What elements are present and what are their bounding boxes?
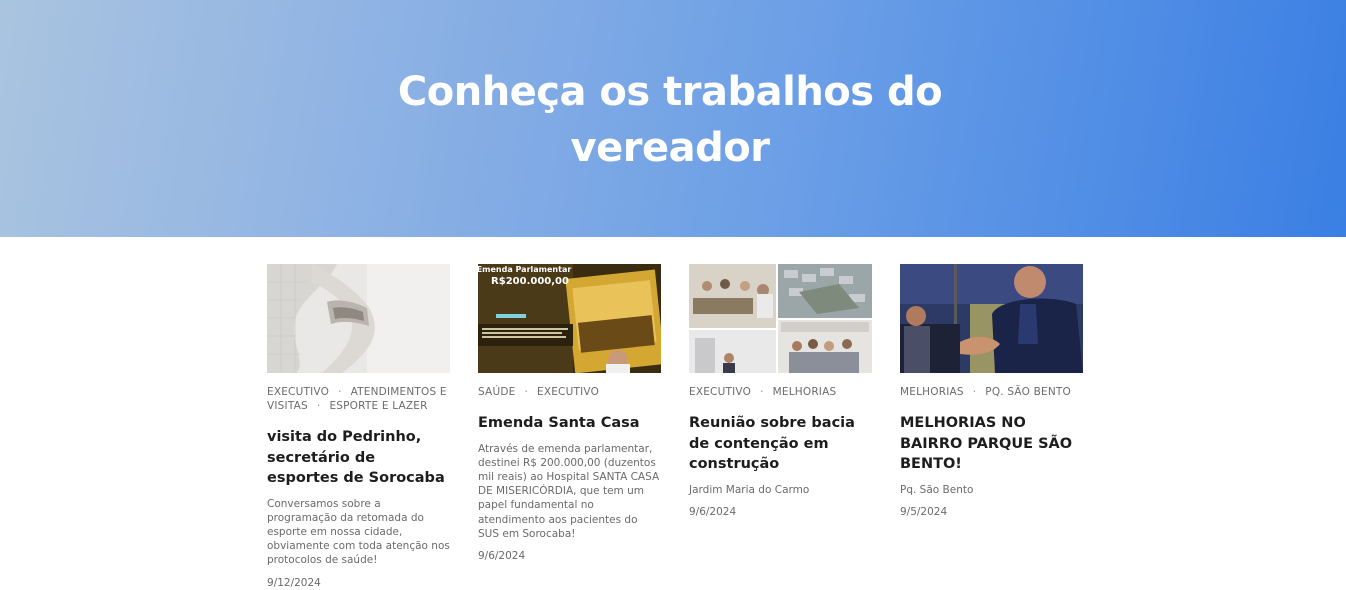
project-card: MELHORIAS · PQ. SÃO BENTO MELHORIAS NO BAI… [900, 264, 1083, 519]
category-link[interactable]: PQ. SÃO BENTO [985, 386, 1071, 398]
separator-dot: · [524, 386, 528, 398]
card-location: Pq. São Bento [900, 483, 974, 496]
emenda-amount: R$200.000,00 [491, 276, 569, 287]
project-card: Emenda Parlamentar R$200.000,00 SAÚDE · EX… [478, 264, 661, 563]
project-card: EXECUTIVO · ATENDIMENTOS E VISITAS · ESPORTE… [267, 264, 450, 590]
category-link[interactable]: ESPORTE E LAZER [329, 400, 427, 412]
card-image-architecture [267, 264, 450, 373]
separator-dot: · [338, 386, 342, 398]
card-title-link[interactable]: Reunião sobre bacia de contenção em cons… [689, 413, 872, 475]
separator-dot: · [760, 386, 764, 398]
card-categories: MELHORIAS · PQ. SÃO BENTO [900, 385, 1083, 399]
card-image-emenda: Emenda Parlamentar R$200.000,00 [478, 264, 661, 373]
hero-banner: Conheça os trabalhos do vereador [0, 0, 1346, 237]
page-title: Conheça os trabalhos do vereador [0, 64, 1340, 176]
card-image-night-street [900, 264, 1083, 373]
card-date: 9/6/2024 [478, 549, 526, 562]
category-link[interactable]: MELHORIAS [773, 386, 837, 398]
card-categories: SAÚDE · EXECUTIVO [478, 385, 661, 399]
category-link[interactable]: EXECUTIVO [267, 386, 329, 398]
card-title-link[interactable]: Emenda Santa Casa [478, 413, 661, 434]
card-image-collage [689, 264, 872, 373]
card-excerpt: Conversamos sobre a programação da retom… [267, 497, 450, 567]
card-image-link[interactable] [689, 264, 872, 373]
card-title-link[interactable]: MELHORIAS NO BAIRRO PARQUE SÃO BENTO! [900, 413, 1083, 475]
card-date: 9/6/2024 [689, 505, 737, 518]
emenda-heading: Emenda Parlamentar [478, 265, 571, 274]
page-title-line-2: vereador [570, 125, 770, 171]
separator-dot: · [316, 400, 321, 412]
project-card: EXECUTIVO · MELHORIAS Reunião sobre bacia … [689, 264, 872, 519]
category-link[interactable]: MELHORIAS [900, 386, 964, 398]
card-image-link[interactable] [267, 264, 450, 373]
card-image-link[interactable]: Emenda Parlamentar R$200.000,00 [478, 264, 661, 373]
category-link[interactable]: EXECUTIVO [537, 386, 599, 398]
card-location: Jardim Maria do Carmo [689, 483, 810, 496]
card-excerpt: Através de emenda parlamentar, destinei … [478, 442, 660, 540]
page-title-line-1: Conheça os trabalhos do [397, 69, 943, 115]
category-link[interactable]: SAÚDE [478, 386, 515, 398]
card-image-link[interactable] [900, 264, 1083, 373]
card-date: 9/5/2024 [900, 505, 948, 518]
card-date: 9/12/2024 [267, 576, 321, 589]
separator-dot: · [972, 386, 977, 398]
card-title-link[interactable]: visita do Pedrinho, secretário de esport… [267, 427, 450, 489]
card-categories: EXECUTIVO · ATENDIMENTOS E VISITAS · ESPORTE… [267, 385, 450, 413]
project-card-list: EXECUTIVO · ATENDIMENTOS E VISITAS · ESPORTE… [0, 264, 1346, 589]
category-link[interactable]: EXECUTIVO [689, 386, 751, 398]
card-categories: EXECUTIVO · MELHORIAS [689, 385, 872, 399]
